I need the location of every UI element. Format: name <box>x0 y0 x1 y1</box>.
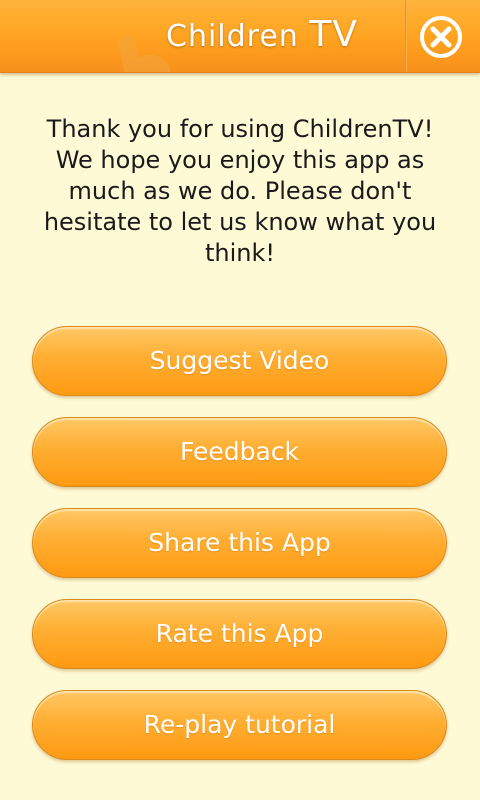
share-app-button[interactable]: Share this App <box>32 508 447 578</box>
app-header: Children TV <box>0 0 480 73</box>
close-button[interactable] <box>416 12 466 62</box>
app-title-suffix: TV <box>309 14 358 55</box>
replay-tutorial-button[interactable]: Re-play tutorial <box>32 690 447 760</box>
rate-app-button[interactable]: Rate this App <box>32 599 447 669</box>
app-title: Children TV <box>166 14 358 55</box>
feedback-button[interactable]: Feedback <box>32 417 447 487</box>
options-menu: Suggest Video Feedback Share this App Ra… <box>32 326 447 781</box>
close-icon <box>420 16 462 58</box>
thank-you-message: Thank you for using ChildrenTV! We hope … <box>43 115 437 267</box>
suggest-video-button[interactable]: Suggest Video <box>32 326 447 396</box>
header-divider <box>405 0 407 72</box>
app-title-prefix: Children <box>166 19 299 54</box>
